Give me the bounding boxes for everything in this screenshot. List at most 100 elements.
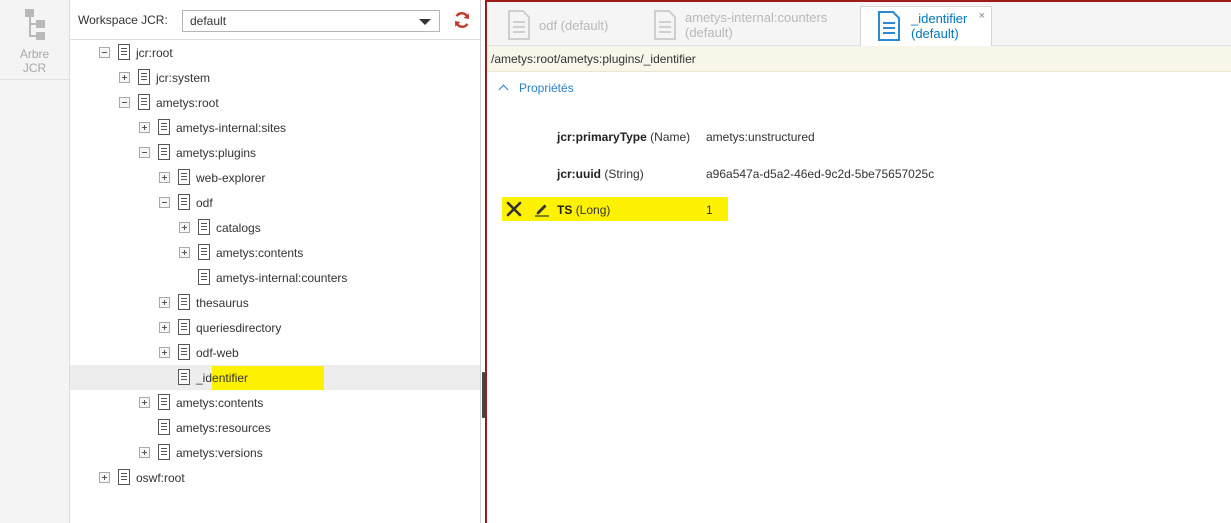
tree-node[interactable]: catalogs xyxy=(70,215,480,240)
refresh-icon[interactable] xyxy=(453,11,471,29)
expand-icon[interactable] xyxy=(139,397,150,408)
collapse-icon[interactable] xyxy=(159,197,170,208)
tree-node[interactable]: ametys:contents xyxy=(70,240,480,265)
tree-node[interactable]: ametys:root xyxy=(70,90,480,115)
expand-icon[interactable] xyxy=(159,297,170,308)
tree-node[interactable]: jcr:root xyxy=(70,40,480,65)
tab-bar: odf (default) ametys-internal:counters (… xyxy=(487,2,1231,46)
property-name: jcr:primaryType (Name) xyxy=(557,130,690,144)
collapse-icon[interactable] xyxy=(139,147,150,158)
expand-icon[interactable] xyxy=(139,122,150,133)
node-icon xyxy=(138,69,150,85)
tree-node-label[interactable]: ametys:plugins xyxy=(176,146,256,160)
property-key: TS xyxy=(557,203,573,217)
edit-property-icon[interactable] xyxy=(534,201,550,217)
property-key: jcr:primaryType xyxy=(557,130,647,144)
rail-label-line2: JCR xyxy=(22,61,47,75)
tree-node[interactable]: ametys:resources xyxy=(70,415,480,440)
tree-node-label[interactable]: ametys-internal:sites xyxy=(176,121,286,135)
tree-node[interactable]: jcr:system xyxy=(70,65,480,90)
tree-node[interactable]: queriesdirectory xyxy=(70,315,480,340)
node-icon xyxy=(178,294,190,310)
tree-node-label[interactable]: ametys-internal:counters xyxy=(216,271,347,285)
node-icon xyxy=(178,319,190,335)
node-icon xyxy=(158,119,170,135)
tree-node[interactable]: ametys:versions xyxy=(70,440,480,465)
side-rail: Arbre JCR xyxy=(0,0,70,523)
tree-node-label[interactable]: ametys:resources xyxy=(176,421,271,435)
property-value: a96a547a-d5a2-46ed-9c2d-5be75657025c xyxy=(706,167,935,181)
node-icon xyxy=(158,419,170,435)
chevron-up-icon xyxy=(498,84,509,95)
collapse-icon[interactable] xyxy=(99,47,110,58)
property-key: jcr:uuid xyxy=(557,167,601,181)
node-path: /ametys:root/ametys:plugins/_identifier xyxy=(491,52,696,66)
jcr-tree-label: Arbre JCR xyxy=(0,47,69,75)
node-icon xyxy=(178,169,190,185)
tree-node-label[interactable]: odf-web xyxy=(196,346,239,360)
delete-property-icon[interactable] xyxy=(506,201,522,217)
collapse-icon[interactable] xyxy=(119,97,130,108)
document-icon xyxy=(878,11,900,41)
expand-icon[interactable] xyxy=(179,247,190,258)
tab-identifier[interactable]: _identifier (default) × xyxy=(860,6,992,46)
tree-node[interactable]: ametys-internal:sites xyxy=(70,115,480,140)
expand-icon[interactable] xyxy=(159,172,170,183)
tree-node-label[interactable]: ametys:contents xyxy=(216,246,303,260)
node-icon xyxy=(178,369,190,385)
expand-icon[interactable] xyxy=(99,472,110,483)
node-icon xyxy=(158,444,170,460)
workspace-label: Workspace JCR: xyxy=(78,13,168,27)
tree-node-label[interactable]: ametys:contents xyxy=(176,396,263,410)
expand-icon[interactable] xyxy=(139,447,150,458)
tab-odf[interactable]: odf (default) xyxy=(497,6,633,46)
expand-icon[interactable] xyxy=(159,347,170,358)
tree-node[interactable]: odf-web xyxy=(70,340,480,365)
expand-icon[interactable] xyxy=(159,322,170,333)
tree-node-label[interactable]: catalogs xyxy=(216,221,261,235)
node-path-bar: /ametys:root/ametys:plugins/_identifier xyxy=(487,46,1231,72)
property-value: ametys:unstructured xyxy=(706,130,815,144)
expand-icon[interactable] xyxy=(119,72,130,83)
property-name: jcr:uuid (String) xyxy=(557,167,644,181)
tab-counters-line1: ametys-internal:counters xyxy=(685,10,828,25)
tab-identifier-line2: (default) xyxy=(911,26,959,41)
tree-node-label[interactable]: odf xyxy=(196,196,213,210)
node-icon xyxy=(158,394,170,410)
node-icon xyxy=(178,194,190,210)
tab-counters-line2: (default) xyxy=(685,25,733,40)
jcr-tree-button[interactable]: Arbre JCR xyxy=(0,0,69,80)
tree-node-label[interactable]: ametys:root xyxy=(156,96,219,110)
tree-node[interactable]: _identifier xyxy=(70,365,480,390)
tree-node-label[interactable]: web-explorer xyxy=(196,171,265,185)
jcr-tree-panel: Workspace JCR: default jcr:root jcr:syste… xyxy=(70,0,480,523)
tree-node-label[interactable]: queriesdirectory xyxy=(196,321,281,335)
close-icon[interactable]: × xyxy=(979,10,985,22)
tab-identifier-line1: _identifier xyxy=(911,11,968,26)
tree-node-label[interactable]: jcr:root xyxy=(136,46,173,60)
tab-counters[interactable]: ametys-internal:counters (default) xyxy=(643,6,843,46)
tree-node-label[interactable]: _identifier xyxy=(196,371,248,385)
workspace-select[interactable]: default xyxy=(182,10,440,32)
tree-node[interactable]: thesaurus xyxy=(70,290,480,315)
tree-node[interactable]: ametys:plugins xyxy=(70,140,480,165)
node-icon xyxy=(118,44,130,60)
tree-node[interactable]: oswf:root xyxy=(70,465,480,490)
tree-node-label[interactable]: oswf:root xyxy=(136,471,185,485)
tree-node[interactable]: ametys-internal:counters xyxy=(70,265,480,290)
expand-icon[interactable] xyxy=(179,222,190,233)
tree-node[interactable]: odf xyxy=(70,190,480,215)
tab-counters-title: ametys-internal:counters (default) xyxy=(685,10,827,40)
node-icon xyxy=(198,244,210,260)
property-row: jcr:uuid (String) a96a547a-d5a2-46ed-9c2… xyxy=(502,161,1212,185)
tree-node-label[interactable]: thesaurus xyxy=(196,296,249,310)
tree-node[interactable]: ametys:contents xyxy=(70,390,480,415)
node-icon xyxy=(158,144,170,160)
tree-node-label[interactable]: ametys:versions xyxy=(176,446,263,460)
property-type: (Name) xyxy=(650,130,691,144)
tab-odf-title: odf (default) xyxy=(539,10,608,33)
workspace-toolbar: Workspace JCR: default xyxy=(70,0,480,40)
tree-node-label[interactable]: jcr:system xyxy=(156,71,210,85)
tree-node[interactable]: web-explorer xyxy=(70,165,480,190)
property-type: (Long) xyxy=(575,203,611,217)
